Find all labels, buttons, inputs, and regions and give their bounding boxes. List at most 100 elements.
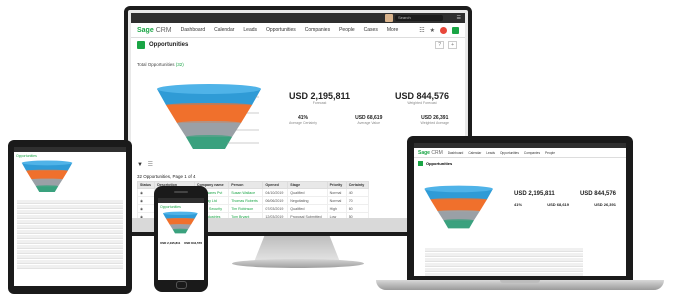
nav-calendar[interactable]: Calendar [214, 27, 234, 33]
funnel-stage-top [172, 228, 188, 230]
help-icon[interactable]: ? [435, 41, 445, 49]
laptop-stats: USD 2,195,811 USD 844,576 41% USD 68,619… [514, 191, 616, 212]
tablet-funnel [21, 160, 73, 193]
phone-page-title: Opportunities [160, 205, 181, 209]
new-button[interactable] [452, 26, 459, 34]
laptop-device: Sage CRM Dashboard Calendar Leads Opport… [407, 136, 633, 280]
funnel-stage-3[interactable] [169, 224, 191, 230]
table-cell: 40 [345, 188, 370, 197]
nav-leads[interactable]: Leads [243, 27, 257, 33]
laptop-weighted-value: USD 844,576 [579, 191, 616, 197]
table-cell: Negotiating [287, 196, 328, 205]
funnel-stage-top [186, 135, 232, 139]
opportunities-icon [137, 41, 145, 49]
phone-funnel [163, 211, 198, 234]
weighted-forecast-value: USD 844,576 [394, 91, 449, 101]
forecast-label: Forecast [312, 101, 327, 105]
nav-more[interactable]: More [387, 27, 398, 33]
table-cell: Normal [326, 196, 347, 205]
monitor-base [232, 259, 364, 268]
tablet-page-title: Opportunities [16, 154, 37, 158]
funnel-stage-3[interactable] [31, 179, 63, 187]
opportunities-icon [418, 161, 423, 166]
column-header[interactable]: Opened [262, 181, 289, 189]
laptop-average: USD 68,619 [547, 202, 569, 207]
table-cell[interactable]: Thomas Roberts [228, 196, 264, 205]
avatar[interactable] [385, 14, 393, 22]
nav-cases[interactable]: Cases [364, 27, 378, 33]
search-input[interactable]: Search [395, 15, 443, 21]
list-icon[interactable]: ☷ [419, 27, 424, 34]
new-opportunity-button[interactable]: + [448, 41, 457, 49]
table-cell: 06/06/2019 [262, 196, 289, 205]
table-cell[interactable]: Tim Robinson [228, 204, 264, 213]
laptop-nav-leads[interactable]: Leads [486, 151, 495, 155]
menu-icon[interactable]: ☰ [457, 15, 461, 21]
average-certainty-label: Average Certainty [289, 121, 317, 125]
laptop-nav-opportunities[interactable]: Opportunities [500, 151, 519, 155]
nav-people[interactable]: People [339, 27, 355, 33]
laptop-logo[interactable]: Sage CRM [418, 150, 443, 156]
table-cell: 70 [345, 196, 370, 205]
page-header: Opportunities ? + [131, 38, 465, 52]
table-cell: Normal [326, 188, 347, 197]
funnel-stage-2[interactable] [166, 218, 195, 225]
funnel-stage-top [177, 121, 241, 125]
funnel-stage-top [443, 219, 474, 222]
filter-icon[interactable]: ▼ [137, 162, 143, 168]
notification-icon[interactable] [440, 26, 447, 34]
columns-icon[interactable]: ☰ [148, 162, 153, 168]
tablet-device: Opportunities [8, 140, 132, 294]
tablet-screen: Opportunities [14, 147, 126, 286]
funnel-stage-top [163, 211, 198, 215]
column-header[interactable]: Priority [326, 181, 347, 189]
funnel-stage-2[interactable] [26, 170, 68, 180]
funnel-stage-top [166, 218, 195, 220]
funnel-stage-top [169, 224, 191, 226]
laptop-nav-calendar[interactable]: Calendar [468, 151, 481, 155]
phone-speaker [174, 191, 188, 193]
laptop-page-title: Opportunities [414, 158, 626, 169]
laptop-certainty: 41% [514, 202, 523, 207]
laptop-nav-people[interactable]: People [545, 151, 555, 155]
phone-forecast-value: USD 2,195,811 [160, 241, 181, 245]
column-header[interactable]: Person [228, 181, 264, 189]
laptop-notch [500, 280, 540, 283]
page-title: Opportunities [149, 42, 189, 48]
column-header[interactable]: Certainty [345, 181, 370, 189]
funnel-stage-2[interactable] [166, 105, 252, 123]
funnel-stage-top [424, 185, 493, 193]
phone-screen: Opportunities USD 2,195,811 USD 844,576 [158, 198, 204, 280]
laptop-forecast-value: USD 2,195,811 [514, 191, 555, 197]
funnel-stage-3[interactable] [177, 123, 241, 137]
funnel-stage-top [166, 103, 252, 107]
app-logo[interactable]: Sage CRM [137, 27, 172, 34]
home-button[interactable] [176, 281, 187, 289]
average-value-label: Average Value [357, 121, 381, 125]
table-cell: 07/03/2019 [262, 204, 289, 213]
funnel-stage-3[interactable] [437, 211, 480, 221]
column-header[interactable]: Status [136, 181, 156, 189]
laptop-screen: Sage CRM Dashboard Calendar Leads Opport… [414, 143, 626, 276]
laptop-funnel [424, 185, 493, 229]
laptop-nav-dashboard[interactable]: Dashboard [448, 151, 464, 155]
tablet-list [14, 200, 126, 269]
table-cell[interactable]: Susan Wallace [228, 188, 264, 197]
top-bar: Search ☰ [131, 13, 465, 23]
phone-weighted-value: USD 844,576 [183, 241, 202, 245]
star-icon[interactable]: ★ [430, 27, 435, 34]
laptop-nav-companies[interactable]: Companies [524, 151, 540, 155]
nav-companies[interactable]: Companies [305, 27, 330, 33]
page-tools: ? + [435, 41, 465, 49]
forecast-value: USD 2,195,811 [289, 91, 351, 101]
nav-opportunities[interactable]: Opportunities [266, 27, 296, 33]
phone-device: Opportunities USD 2,195,811 USD 844,576 [154, 186, 208, 292]
table-cell: ◉ [136, 204, 156, 213]
pipeline-funnel [157, 84, 261, 149]
column-header[interactable]: Stage [287, 181, 328, 189]
funnel-stage-2[interactable] [430, 199, 487, 212]
list-title: 32 Opportunities, Page 1 of 4 [137, 174, 196, 179]
nav-dashboard[interactable]: Dashboard [181, 27, 205, 33]
table-cell: ◉ [136, 196, 156, 205]
table-cell: Qualified [287, 204, 328, 213]
